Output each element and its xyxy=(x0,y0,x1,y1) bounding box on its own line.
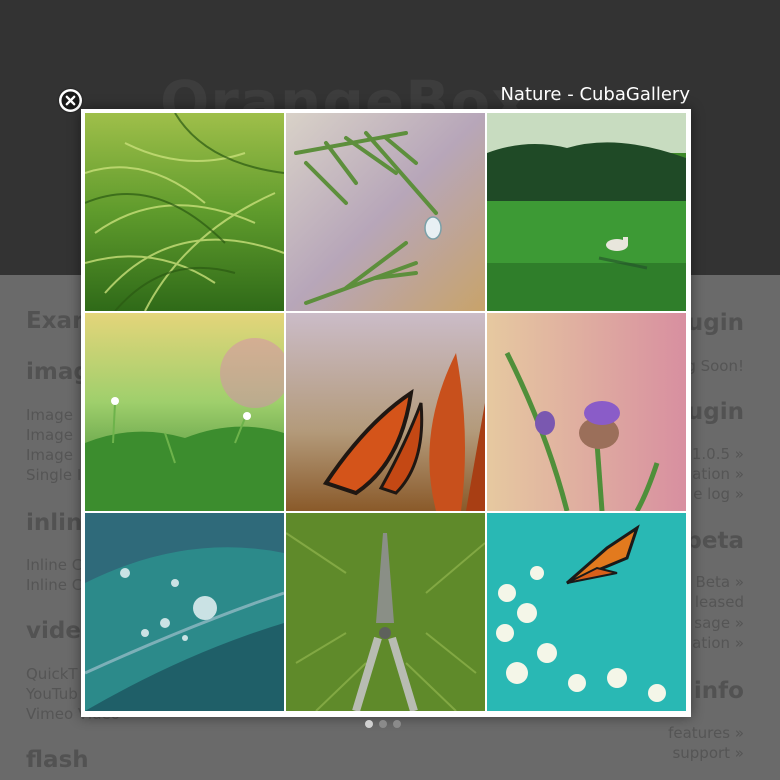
thumbnail-pine-needles[interactable] xyxy=(286,113,485,311)
thumbnail-meadow[interactable] xyxy=(487,113,686,311)
thumbnail-thistle[interactable] xyxy=(487,313,686,511)
sidebar-title: ugin xyxy=(686,399,744,425)
leaf-drops-image xyxy=(85,513,284,711)
meadow-image xyxy=(487,113,686,311)
thumbnail-shears[interactable] xyxy=(286,513,485,711)
sidebar-text: g Soon! xyxy=(686,357,744,375)
sidebar-link[interactable]: support » xyxy=(672,744,744,762)
close-circle-icon xyxy=(61,91,80,110)
sidebar-link[interactable]: features » xyxy=(668,724,744,742)
lightbox-frame xyxy=(81,109,691,717)
thistle-image xyxy=(487,313,686,511)
small-flower-image xyxy=(85,313,284,511)
thumbnail-small-flower[interactable] xyxy=(85,313,284,511)
close-button[interactable] xyxy=(59,89,82,112)
sidebar-link[interactable]: ation » xyxy=(692,634,744,652)
sidebar-link[interactable]: ation » xyxy=(692,465,744,483)
thumbnail-leaf-drops[interactable] xyxy=(85,513,284,711)
example-link[interactable]: Image xyxy=(26,426,73,444)
sidebar-title: ugin xyxy=(686,310,744,336)
sidebar-link[interactable]: Beta » xyxy=(695,573,744,591)
shears-image xyxy=(286,513,485,711)
example-link[interactable]: Image xyxy=(26,446,73,464)
thumbnail-grass[interactable] xyxy=(85,113,284,311)
thumbnail-butterfly-white[interactable] xyxy=(487,513,686,711)
example-link[interactable]: QuickT xyxy=(26,665,78,683)
lightbox-title: Nature - CubaGallery xyxy=(500,84,690,105)
thumbnail-grid xyxy=(85,113,687,713)
example-link[interactable]: Single I xyxy=(26,466,81,484)
example-link[interactable]: YouTub xyxy=(26,685,78,703)
example-link[interactable]: Inline C xyxy=(26,576,82,594)
sidebar-text: leased xyxy=(694,593,744,611)
pager-dot-3[interactable] xyxy=(393,720,401,728)
sidebar-title: info xyxy=(693,678,744,704)
example-link[interactable]: Image xyxy=(26,406,73,424)
example-link[interactable]: Inline C xyxy=(26,556,82,574)
pine-needles-image xyxy=(286,113,485,311)
butterfly-white-image xyxy=(487,513,686,711)
thumbnail-butterfly-flower[interactable] xyxy=(286,313,485,511)
sidebar-title: beta xyxy=(685,528,744,554)
pager-dot-2[interactable] xyxy=(379,720,387,728)
section-title-video: vide xyxy=(26,618,81,644)
section-title-flash: flash xyxy=(26,747,89,773)
pager-dot-1[interactable] xyxy=(365,720,373,728)
sidebar-link[interactable]: e log » xyxy=(693,485,744,503)
butterfly-flower-image xyxy=(286,313,485,511)
sidebar-link[interactable]: sage » xyxy=(694,614,744,632)
sidebar-link[interactable]: 1.0.5 » xyxy=(692,445,744,463)
grass-image xyxy=(85,113,284,311)
